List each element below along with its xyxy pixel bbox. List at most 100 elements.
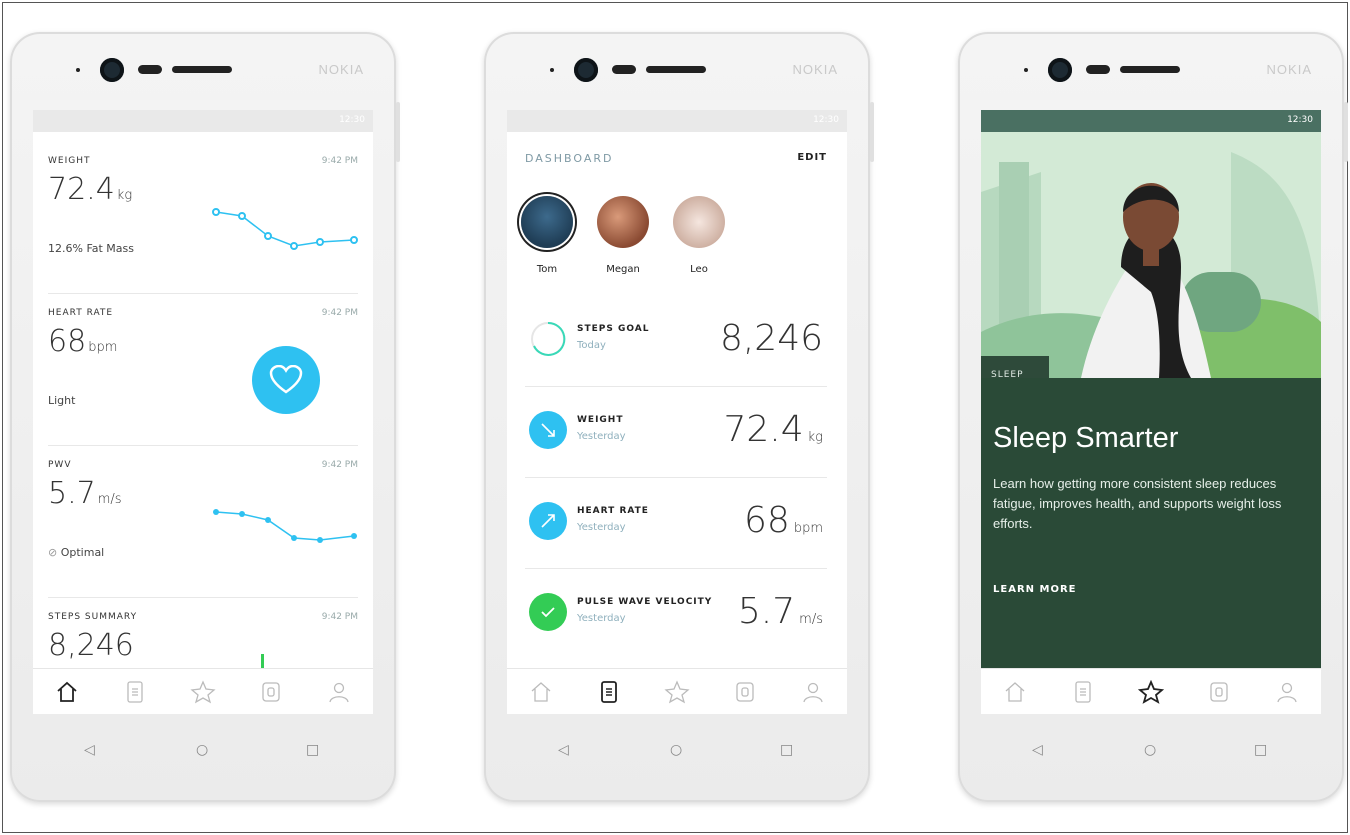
article-body: Learn how getting more consistent sleep …	[993, 476, 1282, 531]
card-value: 72.4 kg	[48, 172, 132, 207]
value-number: 5.7	[48, 476, 96, 511]
row-day: Today	[577, 340, 606, 351]
heart-rate-card[interactable]: HEART RATE 9:42 PM 68 bpm Light	[48, 308, 358, 438]
heart-rate-row[interactable]: HEART RATE Yesterday 68 bpm	[525, 478, 827, 568]
steps-goal-row[interactable]: STEPS GOAL Today 8,246	[525, 296, 827, 386]
article-panel: Sleep Smarter Learn how getting more con…	[981, 378, 1321, 668]
pwv-card[interactable]: PWV 9:42 PM 5.7 m/s ⊘ Optimal	[48, 460, 358, 590]
system-nav: ◁ ○ □	[958, 732, 1344, 772]
weight-card[interactable]: WEIGHT 9:42 PM 72.4 kg 12.6% Fat Mass	[48, 156, 358, 286]
pulse-wave-velocity-row[interactable]: PULSE WAVE VELOCITY Yesterday 5.7 m/s	[525, 569, 827, 659]
card-label: PWV	[48, 460, 72, 470]
phone-top: NOKIA	[958, 50, 1344, 90]
profile-icon[interactable]	[1270, 675, 1304, 709]
card-time: 9:42 PM	[321, 156, 358, 166]
value-unit: m/s	[97, 492, 122, 507]
bottom-nav	[981, 668, 1321, 714]
heart-icon[interactable]	[252, 346, 320, 414]
steps-summary-card[interactable]: STEPS SUMMARY 9:42 PM 8,246	[48, 612, 358, 672]
avatar-name: Megan	[606, 264, 640, 275]
bottom-nav	[33, 668, 373, 714]
home-icon[interactable]	[998, 675, 1032, 709]
divider	[48, 293, 358, 294]
hero-illustration	[981, 132, 1321, 378]
page-title: DASHBOARD	[525, 152, 614, 165]
camera-icon	[1048, 58, 1072, 82]
back-icon[interactable]: ◁	[84, 742, 95, 758]
timeline-icon[interactable]	[1066, 675, 1100, 709]
card-time: 9:42 PM	[321, 460, 358, 470]
phone-top: NOKIA	[10, 50, 396, 90]
avatar-leo[interactable]	[673, 196, 725, 248]
card-subtext: ⊘ Optimal	[48, 546, 104, 559]
card-subtext: 12.6% Fat Mass	[48, 242, 135, 255]
speaker-grille	[646, 66, 706, 73]
home-icon[interactable]	[50, 675, 84, 709]
row-label: STEPS GOAL	[577, 324, 650, 334]
sensor-pill	[1086, 65, 1110, 74]
sensor-dot	[76, 68, 80, 72]
learn-more-link[interactable]: LEARN MORE	[993, 584, 1076, 595]
article-title: Sleep Smarter	[993, 422, 1179, 454]
device-icon[interactable]	[728, 675, 762, 709]
profile-icon[interactable]	[796, 675, 830, 709]
status-bar: 12:30	[981, 110, 1321, 132]
avatar-name: Leo	[690, 264, 708, 275]
camera-icon	[100, 58, 124, 82]
steps-progress-ring-icon	[531, 321, 566, 356]
camera-icon	[574, 58, 598, 82]
value-number: 68	[744, 500, 790, 541]
recents-icon[interactable]: □	[1254, 742, 1267, 758]
row-label: HEART RATE	[577, 506, 649, 516]
card-value: 8,246	[48, 628, 134, 663]
device-icon[interactable]	[1202, 675, 1236, 709]
home-circle-icon[interactable]: ○	[1144, 742, 1156, 758]
recents-icon[interactable]: □	[780, 742, 793, 758]
star-icon[interactable]	[660, 675, 694, 709]
sensor-dot	[550, 68, 554, 72]
row-value: 5.7 m/s	[738, 591, 823, 632]
card-label: HEART RATE	[48, 308, 114, 318]
edit-button[interactable]: EDIT	[797, 152, 827, 163]
value-number: 68	[48, 324, 87, 359]
weight-icon	[529, 411, 567, 449]
screen-2: 12:30 DASHBOARD EDIT Tom Megan Leo STEPS…	[507, 110, 847, 714]
divider	[48, 597, 358, 598]
card-label: WEIGHT	[48, 156, 91, 166]
phone-top: NOKIA	[484, 50, 870, 90]
timeline-icon[interactable]	[118, 675, 152, 709]
home-circle-icon[interactable]: ○	[670, 742, 682, 758]
check-icon	[529, 593, 567, 631]
avatar-megan[interactable]	[597, 196, 649, 248]
star-icon[interactable]	[1134, 675, 1168, 709]
profile-icon[interactable]	[322, 675, 356, 709]
status-bar: 12:30	[507, 110, 847, 132]
timeline-icon[interactable]	[592, 675, 626, 709]
home-circle-icon[interactable]: ○	[196, 742, 208, 758]
value-number: 72.4	[48, 172, 115, 207]
star-icon[interactable]	[186, 675, 220, 709]
divider	[48, 445, 358, 446]
status-time: 12:30	[813, 115, 839, 125]
pwv-trend-sparkline	[213, 509, 357, 543]
card-time: 9:42 PM	[321, 308, 358, 318]
home-icon[interactable]	[524, 675, 558, 709]
bottom-nav	[507, 668, 847, 714]
row-value: 68 bpm	[744, 500, 823, 541]
avatar-tom[interactable]	[521, 196, 573, 248]
recents-icon[interactable]: □	[306, 742, 319, 758]
system-nav: ◁ ○ □	[10, 732, 396, 772]
weight-row[interactable]: WEIGHT Yesterday 72.4 kg	[525, 387, 827, 477]
value-unit: kg	[807, 430, 823, 445]
value-unit: bpm	[793, 521, 823, 536]
card-value: 5.7 m/s	[48, 476, 122, 511]
sensor-pill	[612, 65, 636, 74]
phone-1: NOKIA 12:30 WEIGHT 9:42 PM 72.4 kg 12.6% …	[10, 32, 400, 802]
status-time: 12:30	[1287, 115, 1313, 125]
back-icon[interactable]: ◁	[1032, 742, 1043, 758]
speaker-grille	[172, 66, 232, 73]
row-value: 72.4 kg	[724, 409, 824, 450]
device-icon[interactable]	[254, 675, 288, 709]
back-icon[interactable]: ◁	[558, 742, 569, 758]
avatar-name: Tom	[536, 264, 558, 275]
